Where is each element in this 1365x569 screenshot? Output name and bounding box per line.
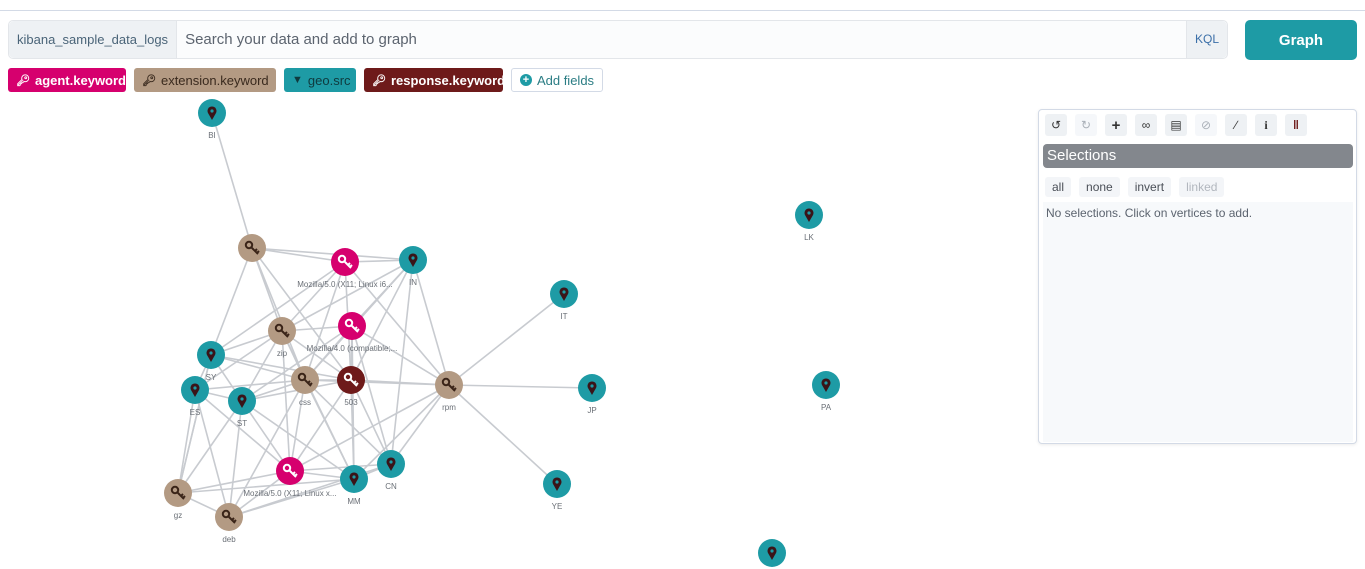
map-marker-dot bbox=[210, 109, 214, 113]
select-none-button[interactable]: none bbox=[1079, 177, 1120, 197]
vertex-label: ST bbox=[237, 419, 247, 428]
vertex-label: SY bbox=[206, 373, 217, 382]
vertex-label: gz bbox=[174, 511, 182, 520]
map-marker-dot bbox=[352, 475, 356, 479]
blocklist-icon[interactable]: ⊘ bbox=[1195, 114, 1217, 136]
graph-vertex[interactable]: IN bbox=[399, 246, 427, 287]
graph-vertex[interactable]: Mozilla/5.0 (X11; Linux i6... bbox=[297, 248, 393, 289]
empty-selection-message: No selections. Click on vertices to add. bbox=[1046, 206, 1253, 220]
graph-toolbar: ↺ ↻ + ∞ ▤ ⊘ ∕ i ‖ bbox=[1045, 114, 1315, 136]
map-marker-dot bbox=[240, 397, 244, 401]
vertex-label: YE bbox=[552, 502, 563, 511]
map-marker-dot bbox=[807, 211, 811, 215]
map-marker-dot bbox=[193, 386, 197, 390]
undo-icon[interactable]: ↺ bbox=[1045, 114, 1067, 136]
style-icon[interactable]: ∕ bbox=[1225, 114, 1247, 136]
graph-edge bbox=[304, 379, 355, 480]
vertex-label: JP bbox=[587, 406, 596, 415]
selection-buttons: all none invert linked bbox=[1045, 177, 1232, 197]
graph-edge bbox=[281, 261, 346, 332]
graph-edge bbox=[390, 384, 450, 465]
invert-selection-button[interactable]: invert bbox=[1127, 177, 1172, 197]
graph-edge bbox=[177, 389, 196, 494]
vertex-label: css bbox=[299, 398, 311, 407]
vertex-label: CN bbox=[385, 482, 397, 491]
graph-vertex[interactable]: YE bbox=[543, 470, 571, 511]
map-marker-dot bbox=[389, 460, 393, 464]
graph-vertex[interactable]: CN bbox=[377, 450, 405, 491]
vertex-label: Mozilla/4.0 (compatible;... bbox=[307, 344, 398, 353]
vertex-label: Mozilla/5.0 (X11; Linux i6... bbox=[297, 280, 392, 289]
expand-icon[interactable]: + bbox=[1105, 114, 1127, 136]
graph-vertex[interactable]: rpm bbox=[435, 371, 463, 412]
vertex-label: IN bbox=[409, 278, 417, 287]
map-marker-dot bbox=[562, 290, 566, 294]
graph-vertex[interactable]: PA bbox=[812, 371, 840, 412]
graph-edge bbox=[210, 354, 352, 381]
graph-vertex[interactable]: JP bbox=[578, 374, 606, 415]
graph-vertex[interactable]: deb bbox=[215, 503, 243, 544]
control-panel: ↺ ↻ + ∞ ▤ ⊘ ∕ i ‖ Selections all none in… bbox=[1038, 109, 1357, 444]
vertex-label: IT bbox=[560, 312, 567, 321]
map-marker-dot bbox=[411, 256, 415, 260]
graph-edge bbox=[211, 112, 253, 249]
vertex-label: 503 bbox=[344, 398, 358, 407]
graph-vertex[interactable]: BI bbox=[198, 99, 226, 140]
vertex-label: PA bbox=[821, 403, 832, 412]
graph-edge bbox=[177, 400, 243, 494]
select-all-button[interactable]: all bbox=[1045, 177, 1072, 197]
selections-header: Selections bbox=[1043, 144, 1353, 168]
graph-vertex[interactable] bbox=[758, 539, 786, 567]
graph-edge bbox=[210, 247, 253, 356]
graph-vertex[interactable]: gz bbox=[164, 479, 192, 520]
graph-edge bbox=[289, 379, 352, 472]
vertex-label: rpm bbox=[442, 403, 456, 412]
vertex-label: LK bbox=[804, 233, 814, 242]
map-marker-dot bbox=[770, 549, 774, 553]
vertex-label: deb bbox=[222, 535, 236, 544]
map-marker-dot bbox=[590, 384, 594, 388]
graph-vertex[interactable]: IT bbox=[550, 280, 578, 321]
graph-edge bbox=[448, 293, 565, 386]
delete-icon[interactable]: ▤ bbox=[1165, 114, 1187, 136]
vertex-label: zip bbox=[277, 349, 288, 358]
map-marker-dot bbox=[824, 381, 828, 385]
graph-edge bbox=[251, 247, 346, 263]
graph-vertex[interactable] bbox=[238, 234, 266, 262]
graph-vertex[interactable]: LK bbox=[795, 201, 823, 242]
info-icon[interactable]: i bbox=[1255, 114, 1277, 136]
vertex-label: MM bbox=[347, 497, 361, 506]
vertex-label: BI bbox=[208, 131, 216, 140]
pause-icon[interactable]: ‖ bbox=[1285, 114, 1307, 136]
selection-list: No selections. Click on vertices to add. bbox=[1043, 202, 1353, 442]
vertex-label: ES bbox=[190, 408, 201, 417]
graph-vertex[interactable]: ES bbox=[181, 376, 209, 417]
link-icon[interactable]: ∞ bbox=[1135, 114, 1157, 136]
map-marker-dot bbox=[209, 351, 213, 355]
map-marker-dot bbox=[555, 480, 559, 484]
vertex-label: Mozilla/5.0 (X11; Linux x... bbox=[243, 489, 336, 498]
select-linked-button[interactable]: linked bbox=[1179, 177, 1225, 197]
redo-icon[interactable]: ↻ bbox=[1075, 114, 1097, 136]
graph-edge bbox=[448, 384, 558, 485]
graph-edge bbox=[448, 384, 593, 389]
graph-vertex[interactable]: MM bbox=[340, 465, 368, 506]
